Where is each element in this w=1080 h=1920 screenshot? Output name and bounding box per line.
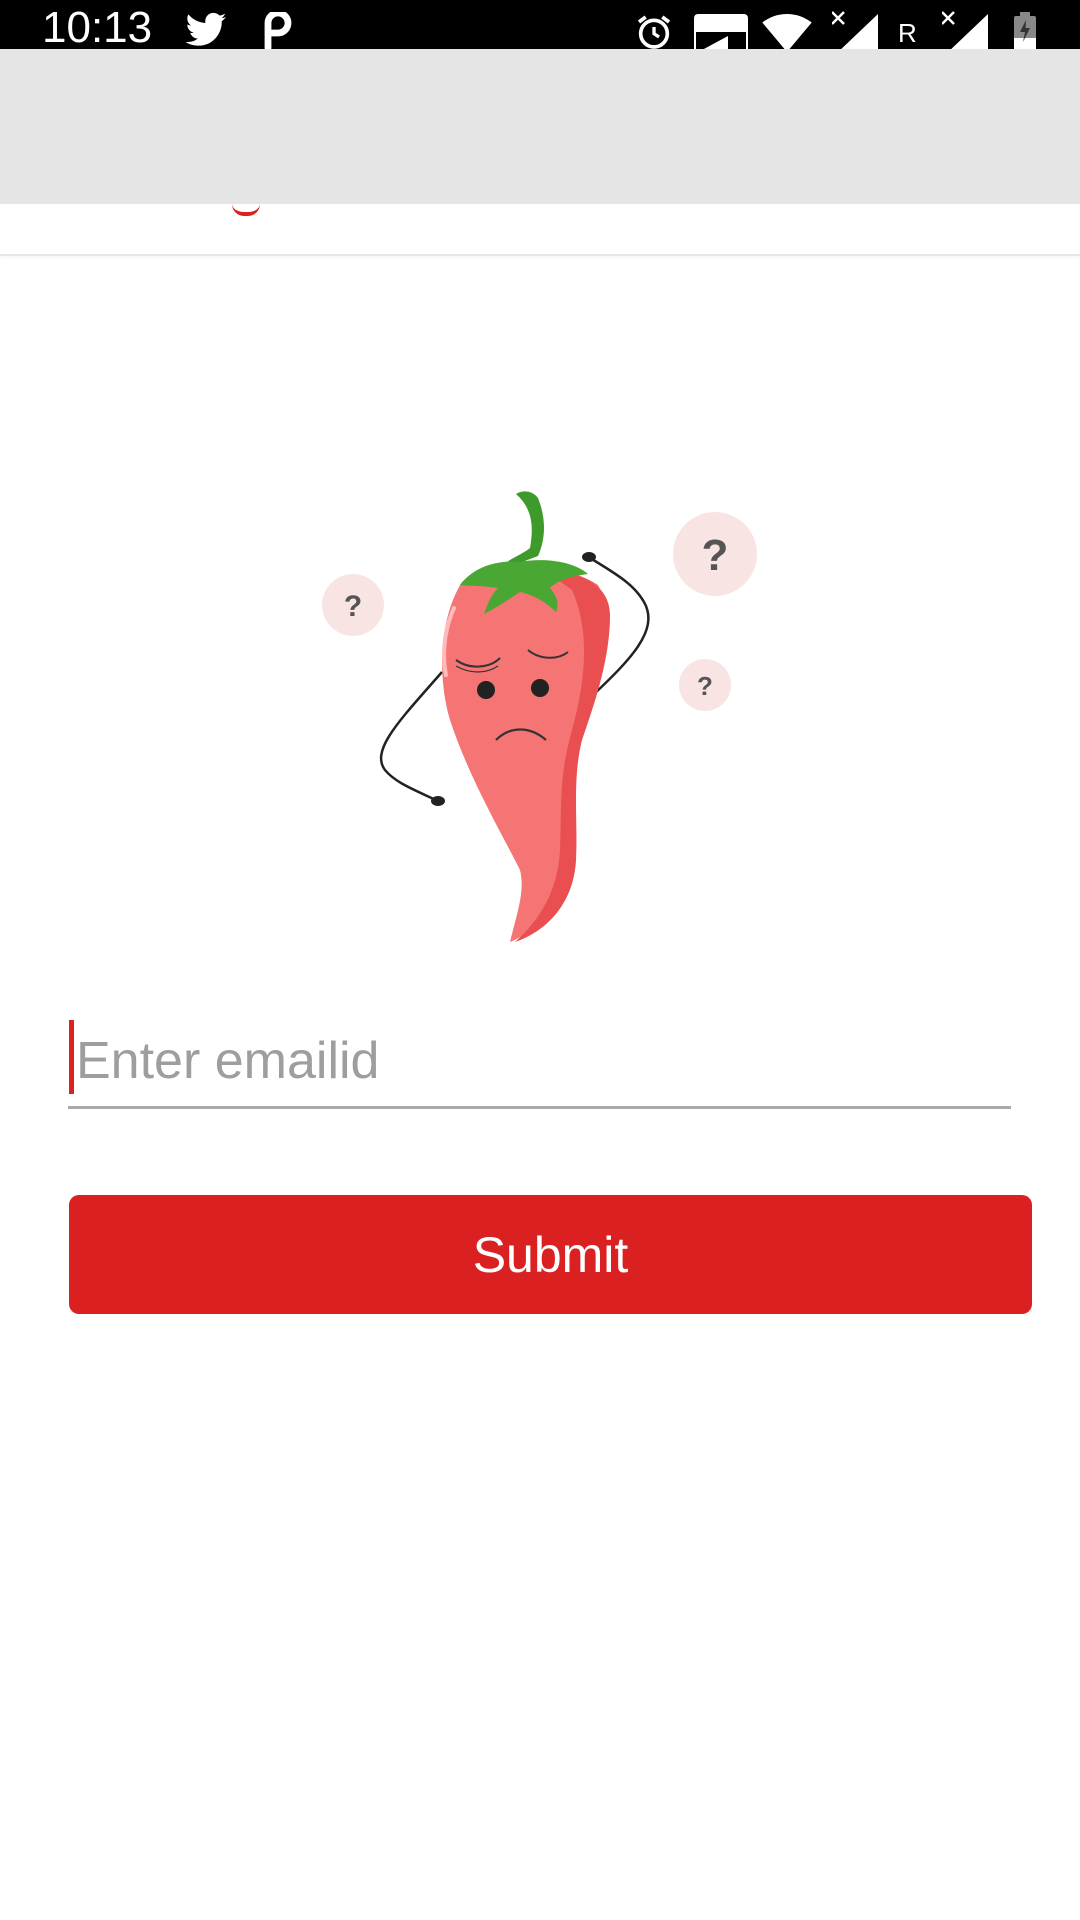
text-cursor xyxy=(69,1020,74,1094)
battery-icon xyxy=(1014,12,1036,50)
question-mark: ? xyxy=(697,671,713,701)
app-bar xyxy=(0,49,1080,204)
screen: 10:13 R ? ? ? Enter emailid Submit xyxy=(0,0,1080,1920)
confused-pepper-illustration: ? ? ? xyxy=(310,490,770,950)
volte-icon xyxy=(694,14,748,54)
alarm-icon xyxy=(634,12,674,52)
p-app-icon xyxy=(262,12,294,50)
email-field-wrapper xyxy=(68,1015,1011,1113)
status-time: 10:13 xyxy=(42,3,153,52)
status-bar: 10:13 R xyxy=(0,0,1080,54)
twitter-icon xyxy=(184,12,228,50)
roaming-label: R xyxy=(898,18,917,48)
question-mark: ? xyxy=(702,531,729,580)
email-input[interactable] xyxy=(68,1015,1011,1109)
question-mark: ? xyxy=(344,590,362,623)
header-strip xyxy=(0,204,1080,256)
submit-button[interactable]: Submit xyxy=(69,1195,1032,1314)
signal-icon xyxy=(942,10,988,54)
signal-icon xyxy=(832,10,878,54)
wifi-icon xyxy=(762,14,812,52)
